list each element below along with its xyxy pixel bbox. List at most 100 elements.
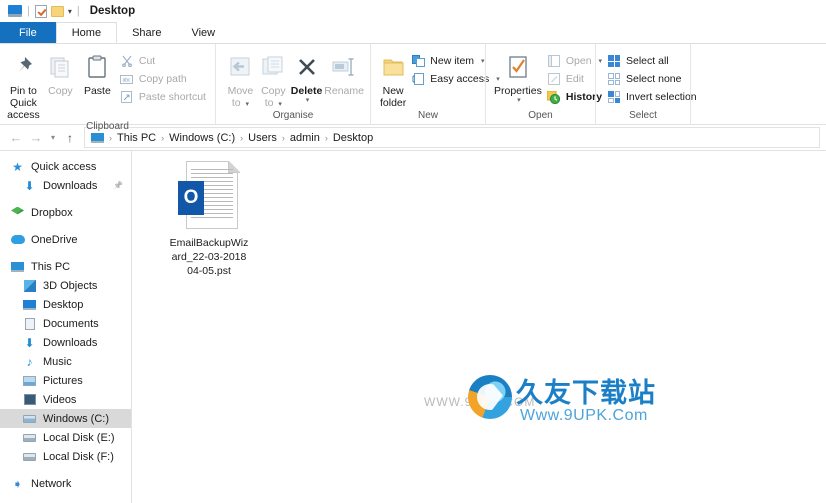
new-folder-button[interactable]: New folder [380,49,406,109]
ribbon-filler [690,44,826,124]
breadcrumb-admin[interactable]: admin [290,132,320,144]
sidebar-item-local-disk-e[interactable]: Local Disk (E:) [0,428,131,447]
sidebar-item-onedrive[interactable]: OneDrive [0,230,131,249]
sidebar-item-label: Dropbox [31,206,73,219]
sidebar-item-this-pc[interactable]: This PC [0,257,131,276]
group-label-open: Open [528,110,553,121]
sidebar-item-network[interactable]: ➧ Network [0,474,131,493]
chevron-down-icon[interactable]: ▾ [517,97,521,105]
breadcrumb-desktop[interactable]: Desktop [333,132,373,144]
network-icon: ➧ [12,476,23,491]
paste-shortcut-button[interactable]: Paste shortcut [117,88,209,106]
sidebar-item-label: Pictures [43,374,83,387]
properties-icon [507,52,529,82]
sidebar-item-label: OneDrive [31,233,78,246]
navigation-pane[interactable]: ★ Quick access ⬇ Downloads 📌 Dropbox OneDrive T… [0,151,132,503]
select-none-button[interactable]: Select none [604,70,700,88]
explorer-icon [8,5,22,17]
sidebar-item-documents[interactable]: Documents [0,314,131,333]
watermark-brand-cn: 久友下载站 [516,378,656,409]
star-icon: ★ [12,159,23,174]
crumb-separator: › [281,132,285,143]
pin-to-quick-access-button[interactable]: Pin to Quick access [6,49,41,121]
sidebar-item-label: Documents [43,317,99,330]
sidebar-item-label: Local Disk (F:) [43,450,114,463]
rename-icon [331,52,357,82]
select-all-button[interactable]: Select all [604,52,700,70]
clipboard-small-buttons: Cut abc Copy path Paste shortcut [117,49,209,106]
sidebar-item-downloads[interactable]: ⬇ Downloads [0,333,131,352]
3d-objects-icon [22,279,37,293]
sidebar-item-local-disk-f[interactable]: Local Disk (F:) [0,447,131,466]
ribbon: Pin to Quick access Copy Paste Cut abc C… [0,43,826,132]
select-all-icon [607,54,621,68]
copy-path-button[interactable]: abc Copy path [117,70,209,88]
invert-selection-icon [607,90,621,104]
edit-label: Edit [565,73,584,85]
copy-button[interactable]: Copy [43,49,78,97]
move-to-button[interactable]: Move to ▾ [225,49,256,109]
paste-icon [86,52,108,82]
pin-icon [12,52,34,82]
copy-to-button[interactable]: Copy to ▾ [258,49,289,109]
tab-share[interactable]: Share [117,22,176,43]
sidebar-item-desktop[interactable]: Desktop [0,295,131,314]
file-name-line-3: 04-05.pst [187,264,231,277]
chevron-down-icon: ▾ [278,101,282,109]
new-item-icon [411,54,425,68]
chevron-down-icon: ▾ [245,101,250,109]
file-list-pane[interactable]: O EmailBackupWiz ard_22-03-2018 04-05.ps… [132,151,826,503]
sidebar-item-pictures[interactable]: Pictures [0,371,131,390]
edit-icon [547,72,561,86]
chevron-down-icon[interactable]: ▾ [306,97,310,105]
sidebar-item-downloads[interactable]: ⬇ Downloads 📌 [0,176,131,195]
properties-icon[interactable] [34,4,47,18]
sidebar-item-videos[interactable]: Videos [0,390,131,409]
new-folder-icon [381,52,405,82]
open-label: Open [565,55,592,67]
paste-button[interactable]: Paste [80,49,115,97]
copy-to-icon [260,52,286,82]
copy-to-label-1: Copy [261,85,286,97]
pin-label-1: Pin to Quick [10,85,37,110]
outlook-badge: O [178,181,204,215]
group-label-select: Select [629,110,657,121]
sidebar-item-3d-objects[interactable]: 3D Objects [0,276,131,295]
download-icon: ⬇ [24,335,35,350]
sidebar-item-quick-access[interactable]: ★ Quick access [0,157,131,176]
crumb-separator: › [324,132,328,143]
invert-selection-button[interactable]: Invert selection [604,88,700,106]
rename-button[interactable]: Rename [324,49,364,97]
videos-icon [22,393,37,407]
chevron-down-icon[interactable]: ▾ [68,7,72,16]
properties-label: Properties [494,85,542,97]
new-item-label: New item [430,55,475,67]
outlook-pst-file-icon: O [178,159,240,233]
rename-label: Rename [324,85,364,97]
select-all-label: Select all [626,55,669,67]
tab-home[interactable]: Home [55,22,118,43]
tab-file[interactable]: File [0,22,56,43]
watermark: WWW.9UPK.COM 久友下载站 Www.9UPK.Com [424,369,674,433]
drive-icon [22,450,37,464]
tab-view[interactable]: View [176,22,230,43]
delete-button[interactable]: Delete ▾ [291,49,322,105]
move-to-icon [227,52,253,82]
watermark-brand-url: Www.9UPK.Com [520,407,648,424]
copy-path-label: Copy path [138,73,187,85]
watermark-url-left: WWW.9UPK.COM [424,395,536,409]
cut-button[interactable]: Cut [117,52,209,70]
sidebar-item-dropbox[interactable]: Dropbox [0,203,131,222]
group-label-new: New [417,110,438,121]
pin-icon[interactable]: 📌 [113,181,123,190]
new-folder-icon[interactable] [50,5,64,17]
sidebar-item-music[interactable]: ♪ Music [0,352,131,371]
title-bar: | ▾ | Desktop [0,0,826,22]
sidebar-item-windows-c[interactable]: Windows (C:) [0,409,131,428]
breadcrumb-users[interactable]: Users [248,132,277,144]
ribbon-group-select: Select all Select none Invert selection … [595,44,697,124]
open-icon [547,54,561,68]
list-item[interactable]: O EmailBackupWiz ard_22-03-2018 04-05.ps… [160,159,258,279]
properties-button[interactable]: Properties ▾ [494,49,542,105]
